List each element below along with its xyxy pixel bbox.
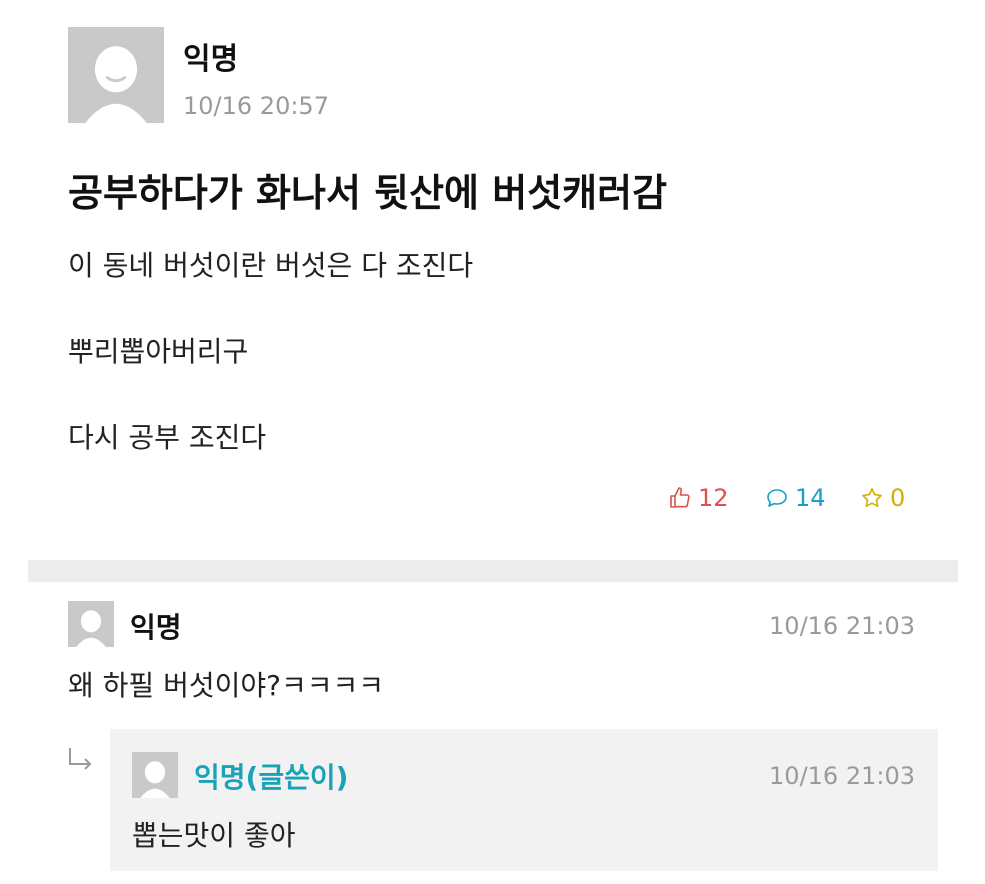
scrap-count: 0 (890, 484, 906, 512)
section-divider (28, 560, 958, 582)
default-avatar-icon (68, 27, 164, 123)
comment-count-button[interactable]: 14 (765, 480, 826, 516)
comment-author-avatar (68, 601, 114, 647)
reply-author: 익명(글쓴이) (194, 761, 349, 794)
reply-text: 뽑는맛이 좋아 (132, 819, 296, 852)
reply-timestamp: 10/16 21:03 (769, 762, 915, 790)
comment-text: 왜 하필 버섯이야?ㅋㅋㅋㅋ (68, 669, 385, 702)
post-body-line: 이 동네 버섯이란 버섯은 다 조진다 (68, 249, 474, 282)
speech-bubble-icon (767, 489, 787, 507)
comment-timestamp: 10/16 21:03 (769, 612, 915, 640)
like-button[interactable]: 12 (668, 480, 729, 516)
comment-author: 익명 (130, 611, 182, 644)
post-author: 익명 (183, 42, 239, 77)
post-title: 공부하다가 화나서 뒷산에 버섯캐러감 (68, 171, 668, 215)
like-count: 12 (698, 484, 729, 512)
post-body-line: 다시 공부 조진다 (68, 421, 267, 454)
comment-count: 14 (795, 484, 826, 512)
post-timestamp: 10/16 20:57 (183, 92, 329, 120)
post-author-avatar (68, 27, 164, 123)
star-icon (862, 488, 882, 507)
thumbs-up-icon (670, 487, 690, 508)
scrap-button[interactable]: 0 (860, 480, 905, 516)
default-avatar-icon (132, 752, 178, 798)
default-avatar-icon (68, 601, 114, 647)
reply-author-avatar (132, 752, 178, 798)
post-body-line: 뿌리뽑아버리구 (68, 335, 249, 368)
reply-arrow-icon (69, 748, 92, 770)
